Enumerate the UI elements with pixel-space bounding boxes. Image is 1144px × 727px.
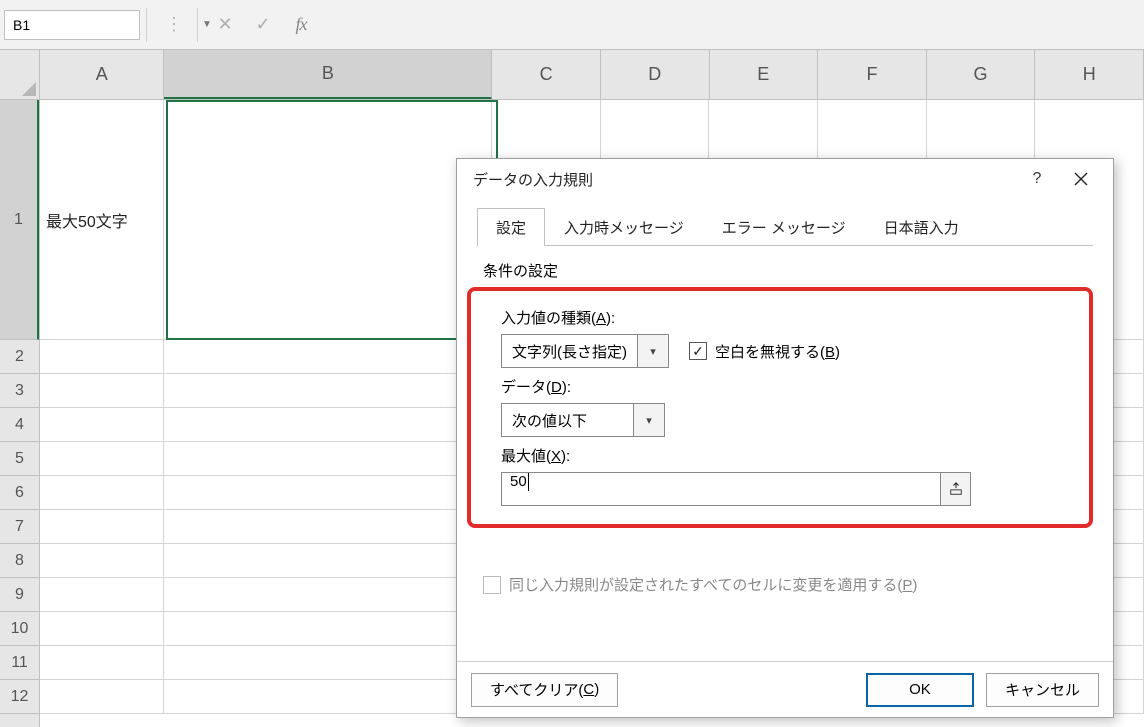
cancel-formula-icon: ✕ bbox=[208, 10, 242, 40]
cell[interactable] bbox=[164, 100, 492, 340]
dialog-tabs: 設定入力時メッセージエラー メッセージ日本語入力 bbox=[477, 207, 1093, 246]
cell[interactable] bbox=[164, 510, 492, 544]
row-header[interactable]: 9 bbox=[0, 578, 39, 612]
row-header[interactable]: 8 bbox=[0, 544, 39, 578]
cell[interactable] bbox=[164, 442, 492, 476]
data-label: データ(D): bbox=[501, 376, 1071, 397]
cell[interactable] bbox=[164, 408, 492, 442]
row-header[interactable]: 5 bbox=[0, 442, 39, 476]
column-header[interactable]: A bbox=[40, 50, 164, 99]
column-header[interactable]: H bbox=[1035, 50, 1144, 99]
row-header[interactable]: 3 bbox=[0, 374, 39, 408]
data-combo-value: 次の値以下 bbox=[502, 404, 634, 436]
cell[interactable] bbox=[164, 374, 492, 408]
tab[interactable]: エラー メッセージ bbox=[703, 208, 865, 246]
cell[interactable] bbox=[40, 544, 164, 578]
cell[interactable] bbox=[164, 680, 492, 714]
help-button[interactable]: ? bbox=[1015, 163, 1059, 195]
close-button[interactable] bbox=[1059, 163, 1103, 195]
ignore-blank-checkbox[interactable]: ✓ 空白を無視する(B) bbox=[689, 341, 840, 362]
row-header[interactable]: 11 bbox=[0, 646, 39, 680]
row-header[interactable]: 2 bbox=[0, 340, 39, 374]
column-header[interactable]: F bbox=[818, 50, 927, 99]
cell[interactable] bbox=[40, 510, 164, 544]
column-header[interactable]: G bbox=[927, 50, 1036, 99]
allow-combo-value: 文字列(長さ指定) bbox=[502, 335, 638, 367]
checkbox-icon: ✓ bbox=[689, 342, 707, 360]
cell[interactable] bbox=[40, 476, 164, 510]
cell[interactable] bbox=[40, 646, 164, 680]
cell[interactable] bbox=[164, 476, 492, 510]
formula-bar: ▼ ⋮ ✕ ✓ fx bbox=[0, 0, 1144, 50]
highlight-box: 入力値の種類(A): 文字列(長さ指定) ▾ ✓ 空白を無視する(B) bbox=[467, 287, 1093, 528]
max-value-input[interactable]: 50 bbox=[502, 473, 940, 505]
apply-all-label: 同じ入力規則が設定されたすべてのセルに変更を適用する(P) bbox=[509, 574, 917, 595]
range-picker-icon[interactable] bbox=[940, 473, 970, 505]
dialog-titlebar[interactable]: データの入力規則 ? bbox=[457, 159, 1113, 199]
ignore-blank-label: 空白を無視する(B) bbox=[715, 341, 840, 362]
cell[interactable] bbox=[164, 646, 492, 680]
apply-all-checkbox: 同じ入力規則が設定されたすべてのセルに変更を適用する(P) bbox=[483, 574, 917, 595]
row-header[interactable]: 1 bbox=[0, 100, 39, 340]
data-combo[interactable]: 次の値以下 ▾ bbox=[501, 403, 665, 437]
row-header[interactable]: 6 bbox=[0, 476, 39, 510]
cell[interactable] bbox=[40, 578, 164, 612]
max-label: 最大値(X): bbox=[501, 445, 1071, 466]
cell[interactable] bbox=[40, 374, 164, 408]
name-box[interactable]: ▼ bbox=[4, 10, 140, 40]
cell[interactable] bbox=[40, 680, 164, 714]
tab-settings-content: 条件の設定 入力値の種類(A): 文字列(長さ指定) ▾ ✓ 空白を無視する(B… bbox=[477, 246, 1093, 603]
row-header[interactable]: 7 bbox=[0, 510, 39, 544]
cancel-button[interactable]: キャンセル bbox=[986, 673, 1099, 707]
cell[interactable] bbox=[164, 612, 492, 646]
row-header[interactable]: 4 bbox=[0, 408, 39, 442]
cell[interactable] bbox=[40, 340, 164, 374]
tab[interactable]: 日本語入力 bbox=[865, 208, 978, 246]
tab[interactable]: 入力時メッセージ bbox=[545, 208, 703, 246]
chevron-down-icon[interactable]: ▾ bbox=[638, 335, 668, 367]
select-all-corner[interactable] bbox=[0, 50, 40, 100]
column-header[interactable]: D bbox=[601, 50, 710, 99]
max-value-input-row: 50 bbox=[501, 472, 971, 506]
formula-input[interactable] bbox=[318, 10, 1144, 40]
cell[interactable] bbox=[164, 578, 492, 612]
dialog-title: データの入力規則 bbox=[473, 169, 1015, 190]
column-header[interactable]: C bbox=[492, 50, 601, 99]
enter-formula-icon: ✓ bbox=[246, 10, 280, 40]
cell[interactable]: 最大50文字 bbox=[40, 100, 164, 340]
cell[interactable] bbox=[40, 408, 164, 442]
dialog-footer: すべてクリア(C) OK キャンセル bbox=[457, 661, 1113, 717]
cell[interactable] bbox=[40, 612, 164, 646]
allow-combo[interactable]: 文字列(長さ指定) ▾ bbox=[501, 334, 669, 368]
column-header[interactable]: E bbox=[710, 50, 819, 99]
clear-all-button[interactable]: すべてクリア(C) bbox=[471, 673, 618, 707]
conditions-group-label: 条件の設定 bbox=[483, 260, 1087, 281]
allow-label: 入力値の種類(A): bbox=[501, 307, 1071, 328]
column-headers: ABCDEFGH bbox=[40, 50, 1144, 100]
formula-history-icon[interactable]: ⋮ bbox=[157, 10, 191, 40]
row-header[interactable]: 10 bbox=[0, 612, 39, 646]
data-validation-dialog: データの入力規則 ? 設定入力時メッセージエラー メッセージ日本語入力 条件の設… bbox=[456, 158, 1114, 718]
checkbox-icon bbox=[483, 576, 501, 594]
tab[interactable]: 設定 bbox=[477, 208, 545, 246]
ok-button[interactable]: OK bbox=[866, 673, 974, 707]
row-headers: 123456789101112 bbox=[0, 100, 40, 727]
column-header[interactable]: B bbox=[164, 50, 492, 99]
cell[interactable] bbox=[164, 544, 492, 578]
cell[interactable] bbox=[164, 340, 492, 374]
cell[interactable] bbox=[40, 442, 164, 476]
fx-icon[interactable]: fx bbox=[284, 10, 318, 40]
row-header[interactable]: 12 bbox=[0, 680, 39, 714]
chevron-down-icon[interactable]: ▾ bbox=[634, 404, 664, 436]
